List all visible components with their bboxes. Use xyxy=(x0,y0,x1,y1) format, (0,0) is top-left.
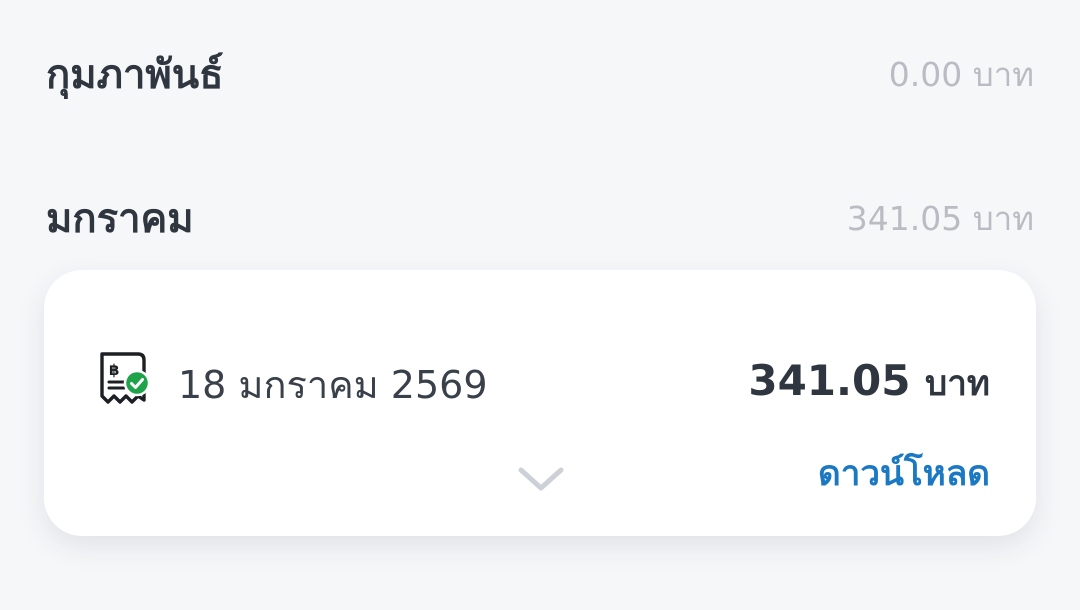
chevron-down-icon[interactable] xyxy=(516,464,566,494)
receipt-paid-icon: ฿ xyxy=(96,350,152,410)
bill-amount-value: 341.05 xyxy=(748,356,911,405)
bill-amount: 341.05 บาท xyxy=(748,356,990,411)
month-title: กุมภาพันธ์ xyxy=(46,52,224,98)
month-title: มกราคม xyxy=(46,196,194,242)
month-header-february: กุมภาพันธ์ 0.00 บาท xyxy=(46,44,1034,104)
month-total: 341.05 บาท xyxy=(846,198,1034,238)
download-link[interactable]: ดาวน์โหลด xyxy=(818,446,990,501)
month-header-january: มกราคม 341.05 บาท xyxy=(46,188,1034,248)
svg-text:฿: ฿ xyxy=(109,361,119,379)
bill-date: 18 มกราคม 2569 xyxy=(178,363,488,407)
bill-amount-unit: บาท xyxy=(925,364,990,404)
bill-card[interactable]: ฿ 18 มกราคม 2569 341.05 บาท ดาวน์โหลด xyxy=(44,270,1036,536)
month-total: 0.00 บาท xyxy=(888,54,1034,94)
